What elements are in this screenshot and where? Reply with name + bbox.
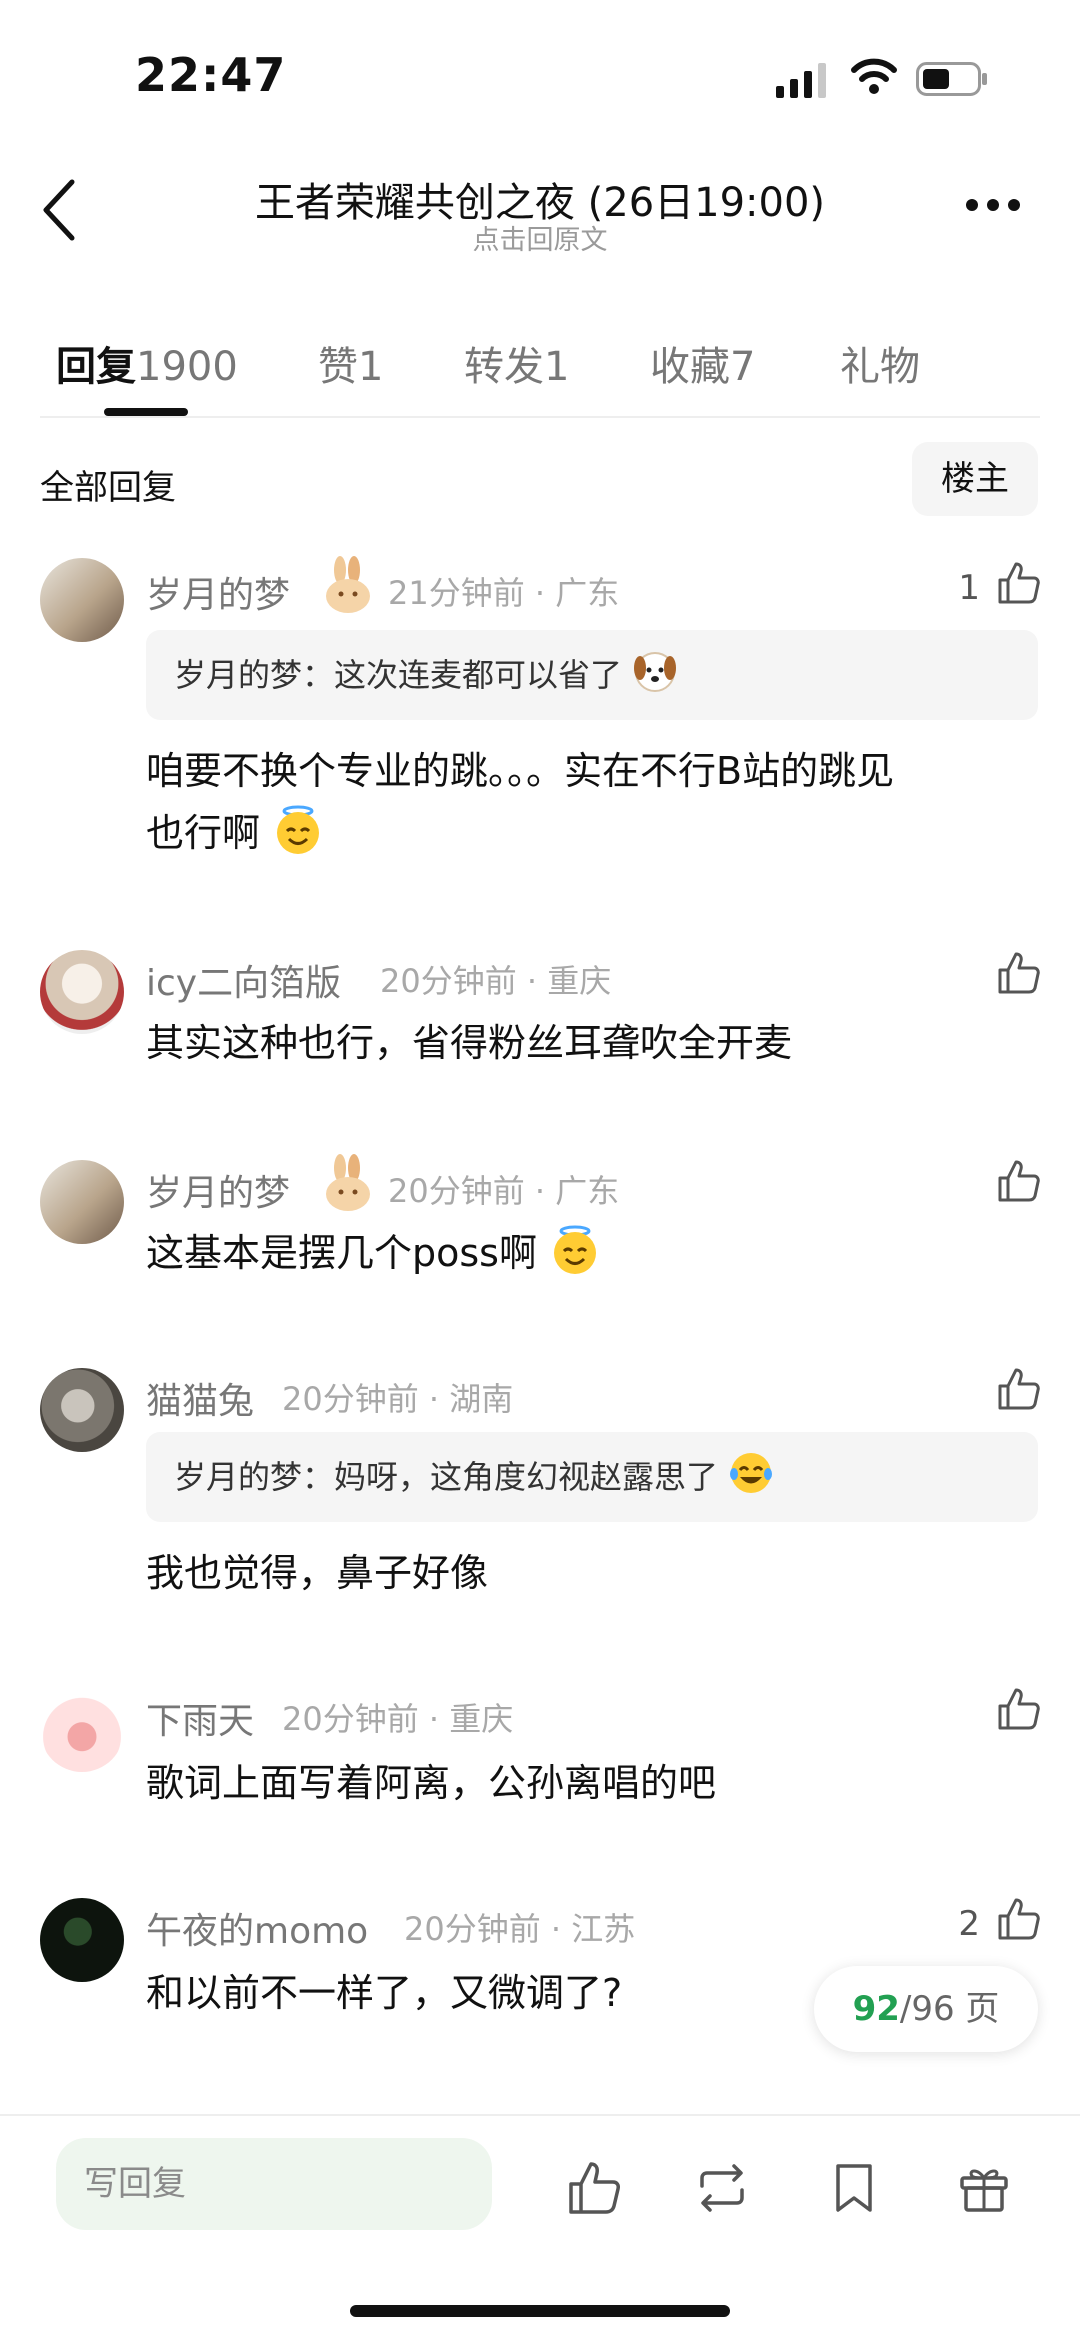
bookmark-icon[interactable] bbox=[826, 2160, 882, 2216]
comment-text: 咱要不换个专业的跳。。。实在不行B站的跳见 bbox=[146, 749, 895, 793]
avatar[interactable] bbox=[40, 1160, 124, 1244]
comment-meta: 20分钟前 · 重庆 bbox=[380, 962, 612, 1000]
thumbs-up-icon[interactable] bbox=[566, 2160, 622, 2216]
quoted-reply[interactable]: 岁月的梦：这次连麦都可以省了 bbox=[146, 630, 1038, 720]
thumbs-up-icon[interactable] bbox=[996, 1896, 1042, 1942]
avatar[interactable] bbox=[40, 950, 124, 1034]
thumbs-up-icon[interactable] bbox=[996, 1158, 1042, 1204]
all-replies-label: 全部回复 bbox=[40, 468, 176, 508]
comment-text: 我也觉得，鼻子好像 bbox=[146, 1551, 489, 1595]
comment-username[interactable]: 岁月的梦 bbox=[146, 1164, 290, 1216]
thumbs-up-icon[interactable] bbox=[996, 1686, 1042, 1732]
laughing-tears-emoji-icon bbox=[730, 1453, 773, 1493]
avatar[interactable] bbox=[40, 558, 124, 642]
tab-gifts[interactable]: 礼物 bbox=[840, 334, 920, 392]
view-original-link[interactable]: 点击回原文 bbox=[0, 218, 1080, 257]
angel-emoji-icon bbox=[554, 1225, 597, 1274]
like-count: 2 bbox=[958, 1904, 980, 1944]
comment-username[interactable]: 猫猫兔 bbox=[146, 1372, 254, 1424]
avatar[interactable] bbox=[40, 1368, 124, 1452]
status-time: 22:47 bbox=[135, 48, 287, 102]
home-indicator bbox=[350, 2305, 730, 2317]
comment-text: 歌词上面写着阿离，公孙离唱的吧 bbox=[146, 1761, 717, 1805]
thumbs-up-icon[interactable] bbox=[996, 1366, 1042, 1412]
tab-divider bbox=[40, 416, 1040, 418]
quoted-reply[interactable]: 岁月的梦：妈呀，这角度幻视赵露思了 bbox=[146, 1432, 1038, 1522]
tab-favorites[interactable]: 收藏7 bbox=[650, 334, 755, 392]
more-icon[interactable] bbox=[966, 196, 1032, 220]
comment-meta: 20分钟前 · 湖南 bbox=[282, 1380, 514, 1418]
wifi-icon bbox=[851, 58, 897, 94]
repost-icon[interactable] bbox=[694, 2160, 750, 2216]
comment-meta: 20分钟前 · 广东 bbox=[388, 1172, 620, 1210]
comment-username[interactable]: 下雨天 bbox=[146, 1692, 254, 1744]
comment-username[interactable]: icy二向箔版 bbox=[146, 954, 341, 1006]
comment-text: 和以前不一样了，又微调了? bbox=[146, 1971, 623, 2015]
cellular-signal-icon bbox=[776, 63, 826, 98]
dog-emoji-icon bbox=[634, 652, 677, 692]
tab-replies[interactable]: 回复1900 bbox=[56, 334, 238, 392]
page-indicator[interactable]: 92/96 页 bbox=[814, 1966, 1038, 2052]
thumbs-up-icon[interactable] bbox=[996, 950, 1042, 996]
comment-meta: 20分钟前 · 江苏 bbox=[404, 1910, 636, 1948]
active-tab-indicator bbox=[104, 408, 188, 416]
comment-meta: 20分钟前 · 重庆 bbox=[282, 1700, 514, 1738]
comment-meta: 21分钟前 · 广东 bbox=[388, 574, 620, 612]
avatar[interactable] bbox=[40, 1688, 124, 1772]
comment-text: 这基本是摆几个poss啊 bbox=[146, 1222, 601, 1284]
rabbit-badge-icon bbox=[326, 1154, 370, 1211]
battery-icon bbox=[916, 62, 987, 96]
tab-reposts[interactable]: 转发1 bbox=[464, 334, 569, 392]
comment-username[interactable]: 午夜的momo bbox=[146, 1902, 368, 1954]
tab-likes[interactable]: 赞1 bbox=[318, 334, 383, 392]
reply-input[interactable]: 写回复 bbox=[56, 2138, 492, 2230]
avatar[interactable] bbox=[40, 1898, 124, 1982]
owner-only-button[interactable]: 楼主 bbox=[912, 442, 1038, 516]
comment-username[interactable]: 岁月的梦 bbox=[146, 566, 290, 618]
comment-text: 其实这种也行，省得粉丝耳聋吹全开麦 bbox=[146, 1021, 793, 1065]
gift-icon[interactable] bbox=[956, 2160, 1012, 2216]
rabbit-badge-icon bbox=[326, 556, 370, 613]
thumbs-up-icon[interactable] bbox=[996, 560, 1042, 606]
angel-emoji-icon bbox=[277, 805, 320, 854]
like-count: 1 bbox=[958, 568, 980, 608]
comment-text-line2: 也行啊 bbox=[146, 802, 324, 864]
